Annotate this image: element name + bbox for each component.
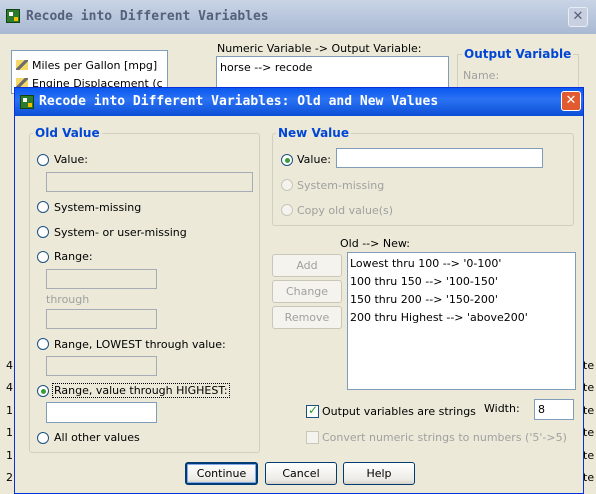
range-lowest-input[interactable] bbox=[46, 356, 157, 376]
system-user-missing-radio[interactable] bbox=[37, 226, 49, 238]
through-label: through bbox=[46, 293, 90, 306]
variable-label: Miles per Gallon [mpg] bbox=[32, 59, 158, 72]
range-lowest-radio[interactable] bbox=[37, 338, 49, 350]
cancel-button[interactable]: Cancel bbox=[265, 462, 337, 485]
range-to-input[interactable] bbox=[46, 309, 157, 329]
list-item[interactable]: Lowest thru 100 --> '0-100' bbox=[350, 257, 501, 270]
numeric-variable-label: Numeric Variable -> Output Variable: bbox=[217, 42, 422, 55]
width-input[interactable]: 8 bbox=[534, 399, 574, 420]
range-from-input[interactable] bbox=[46, 269, 157, 289]
list-item[interactable]: 100 thru 150 --> '100-150' bbox=[350, 275, 498, 288]
range-label: Range: bbox=[54, 250, 93, 263]
background-cell: te bbox=[583, 359, 595, 372]
convert-numeric-checkbox[interactable] bbox=[306, 431, 319, 444]
old-value-title: Old Value bbox=[33, 126, 102, 140]
old-value-input[interactable] bbox=[46, 172, 253, 192]
range-highest-label: Range, value through HIGHEST: bbox=[52, 383, 230, 398]
old-value-radio[interactable] bbox=[37, 154, 49, 166]
system-missing-label: System-missing bbox=[54, 201, 142, 214]
output-strings-label: Output variables are strings bbox=[322, 405, 476, 418]
remove-button[interactable]: Remove bbox=[272, 306, 342, 329]
system-user-missing-label: System- or user-missing bbox=[54, 226, 187, 239]
all-other-values-label: All other values bbox=[54, 431, 140, 444]
add-button[interactable]: Add bbox=[272, 254, 342, 277]
width-label: Width: bbox=[484, 402, 520, 415]
new-value-label: Value: bbox=[297, 153, 331, 166]
range-lowest-label: Range, LOWEST through value: bbox=[54, 338, 226, 351]
old-new-label: Old --> New: bbox=[340, 237, 410, 250]
app-icon bbox=[6, 9, 20, 23]
background-cell: te bbox=[583, 471, 595, 484]
system-missing-radio[interactable] bbox=[37, 201, 49, 213]
output-variable-title: Output Variable bbox=[462, 47, 574, 61]
change-button[interactable]: Change bbox=[272, 280, 342, 303]
list-item[interactable]: 200 thru Highest --> 'above200' bbox=[350, 311, 528, 324]
list-item[interactable]: 150 thru 200 --> '150-200' bbox=[350, 293, 498, 306]
range-highest-radio[interactable] bbox=[37, 385, 49, 397]
old-value-label: Value: bbox=[54, 153, 88, 166]
background-cell: te bbox=[583, 381, 595, 394]
all-other-values-radio[interactable] bbox=[37, 432, 49, 444]
new-value-input[interactable] bbox=[336, 148, 543, 168]
new-value-radio[interactable] bbox=[281, 154, 293, 166]
name-label: Name: bbox=[463, 69, 500, 82]
close-icon[interactable]: ✕ bbox=[561, 91, 581, 111]
background-cell: te bbox=[583, 449, 595, 462]
dialog-title: Recode into Different Variables: Old and… bbox=[39, 94, 439, 109]
new-system-missing-radio[interactable] bbox=[281, 179, 293, 191]
app-icon bbox=[20, 95, 34, 109]
scale-variable-icon bbox=[16, 60, 28, 70]
background-window-title: Recode into Different Variables bbox=[26, 9, 269, 24]
output-strings-checkbox[interactable] bbox=[306, 403, 319, 418]
new-system-missing-label: System-missing bbox=[297, 179, 385, 192]
continue-button[interactable]: Continue bbox=[185, 462, 258, 485]
range-highest-input[interactable] bbox=[46, 402, 157, 423]
background-cell: te bbox=[583, 426, 595, 439]
background-close-icon[interactable]: ✕ bbox=[568, 7, 588, 27]
list-item[interactable]: Miles per Gallon [mpg] bbox=[16, 59, 157, 72]
new-value-title: New Value bbox=[276, 126, 351, 140]
copy-old-values-label: Copy old value(s) bbox=[297, 204, 394, 217]
copy-old-values-radio[interactable] bbox=[281, 204, 293, 216]
old-new-mapping-list[interactable]: Lowest thru 100 --> '0-100' 100 thru 150… bbox=[347, 252, 576, 390]
range-radio[interactable] bbox=[37, 251, 49, 263]
background-cell: te bbox=[583, 404, 595, 417]
convert-numeric-label: Convert numeric strings to numbers ('5'-… bbox=[322, 431, 567, 444]
help-button[interactable]: Help bbox=[343, 462, 415, 485]
numeric-variable-value: horse --> recode bbox=[220, 61, 313, 74]
